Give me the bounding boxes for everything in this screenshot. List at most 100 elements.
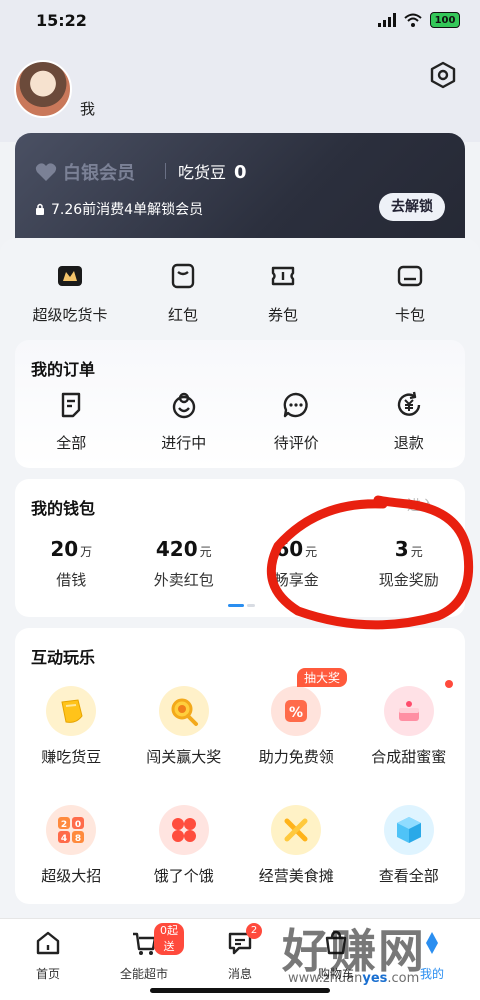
order-label: 进行中	[161, 434, 207, 452]
quick-label: 红包	[167, 306, 198, 324]
lottery-badge: 抽大奖	[297, 668, 348, 687]
game-label: 超级大招	[41, 867, 102, 885]
game-merge-sweets[interactable]: 合成甜蜜蜜	[353, 680, 466, 767]
quick-label: 券包	[267, 306, 298, 324]
beans-label: 吃货豆	[178, 163, 227, 182]
svg-text:2: 2	[61, 820, 67, 830]
game-view-all[interactable]: 查看全部	[353, 805, 466, 886]
svg-text:0: 0	[75, 820, 81, 830]
wallet-item-enjoy-fund[interactable]: 60 元 畅享金	[240, 537, 353, 590]
avatar[interactable]	[14, 60, 72, 118]
order-review[interactable]: 待评价	[240, 390, 353, 453]
quick-item-card-wallet[interactable]: 卡包	[340, 262, 480, 332]
quick-label: 超级吃货卡	[32, 306, 108, 324]
game-label: 经营美食摊	[258, 867, 334, 885]
status-time: 15:22	[36, 11, 87, 30]
status-bar: 15:22 100	[0, 0, 480, 42]
unlock-tip-text: 7.26前消费4单解锁会员	[51, 202, 204, 218]
svg-text:4: 4	[61, 834, 67, 844]
quick-item-red-packet[interactable]: 红包	[140, 262, 226, 332]
game-label: 饿了个饿	[153, 867, 214, 885]
beans-summary[interactable]: 吃货豆 0	[178, 159, 247, 183]
game-super-move[interactable]: 2 0 4 8 超级大招	[15, 805, 128, 886]
red-packet-icon	[171, 263, 195, 289]
site-watermark: 好赚网 www.zhuanyes.com	[282, 915, 472, 993]
game-label: 合成甜蜜蜜	[371, 748, 447, 766]
tab-badge: 0起送	[154, 923, 184, 955]
cake-icon	[398, 701, 419, 721]
tab-messages[interactable]: 2 消息	[200, 923, 280, 982]
unlock-button[interactable]: 去解锁	[379, 193, 445, 221]
game-food-stall[interactable]: 经营美食摊	[240, 805, 353, 886]
wallet-label: 外卖红包	[153, 571, 214, 589]
heart-tiles-icon	[171, 818, 196, 842]
ticket-icon: %	[285, 700, 308, 722]
2048-icon: 2 0 4 8	[58, 817, 85, 844]
tab-home[interactable]: 首页	[8, 929, 88, 982]
tab-supermarket[interactable]: 0起送 全能超市	[104, 923, 184, 982]
wallet-unit: 元	[410, 545, 423, 559]
wallet-item-loan[interactable]: 20 万 借钱	[15, 537, 128, 590]
orders-title: 我的订单	[31, 360, 96, 379]
tab-badge: 2	[246, 923, 262, 939]
games-grid: 赚吃货豆 闯关赢大奖 抽大奖 % 助力免费领 合成甜蜜蜜 2 0 4 8 超级大…	[15, 668, 466, 886]
game-label: 查看全部	[378, 867, 439, 885]
refund-icon	[397, 391, 420, 416]
quick-item-super-card[interactable]: 超级吃货卡	[0, 262, 140, 332]
orders-card: 我的订单 全部 进行中 待评价 退款	[15, 340, 465, 468]
game-level-challenge[interactable]: 闯关赢大奖	[128, 686, 241, 767]
card-wallet-icon	[397, 265, 423, 287]
super-card-icon	[58, 266, 82, 286]
orders-row: 全部 进行中 待评价 退款	[15, 390, 465, 453]
quick-item-coupon[interactable]: 券包	[226, 262, 340, 332]
game-label: 助力免费领	[258, 748, 334, 766]
divider	[165, 163, 166, 179]
status-icons: 100	[378, 12, 460, 28]
game-free-claim[interactable]: 抽大奖 % 助力免费领	[240, 668, 353, 767]
settings-hex-icon[interactable]	[428, 60, 458, 90]
quick-actions: 超级吃货卡 红包 券包 卡包	[0, 262, 480, 332]
member-brand: 白银会员	[35, 159, 135, 185]
username[interactable]: 我	[80, 98, 95, 119]
profile-header: 我	[0, 42, 480, 142]
wallet-item-delivery-red-packet[interactable]: 420 元 外卖红包	[128, 537, 241, 590]
games-card: 互动玩乐 赚吃货豆 闯关赢大奖 抽大奖 % 助力免费领 合成甜蜜蜜 2 0 4 …	[15, 628, 465, 904]
game-hungry[interactable]: 饿了个饿	[128, 805, 241, 886]
cellular-signal-icon	[378, 13, 396, 27]
game-label: 闯关赢大奖	[146, 748, 222, 766]
crossed-tools-icon	[284, 818, 308, 842]
order-all[interactable]: 全部	[15, 390, 128, 453]
notification-dot	[445, 680, 453, 688]
svg-text:%: %	[289, 705, 303, 721]
home-icon	[36, 931, 60, 955]
games-title: 互动玩乐	[31, 648, 96, 667]
wallet-row: 20 万 借钱 420 元 外卖红包 60 元 畅享金 3元 现金奖励	[15, 537, 465, 590]
beans-value: 0	[234, 162, 247, 183]
magnifier-icon	[171, 698, 198, 726]
member-brand-label: 白银会员	[63, 163, 135, 184]
wifi-icon	[404, 13, 422, 27]
coupon-icon	[271, 266, 295, 286]
wallet-label: 现金奖励	[378, 571, 439, 589]
order-in-progress[interactable]: 进行中	[128, 390, 241, 453]
tab-label: 首页	[35, 967, 60, 981]
wallet-value: 60	[275, 537, 304, 561]
game-earn-beans[interactable]: 赚吃货豆	[15, 686, 128, 767]
all-orders-icon	[62, 392, 81, 418]
watermark-url: www.zhuanyes.com	[288, 971, 420, 986]
wallet-label: 借钱	[56, 571, 87, 589]
in-progress-icon	[172, 392, 195, 419]
order-label: 待评价	[273, 434, 319, 452]
wallet-value: 20	[50, 537, 79, 561]
order-refund[interactable]: 退款	[353, 390, 466, 453]
order-label: 全部	[56, 434, 87, 452]
heart-logo-icon	[35, 163, 57, 181]
wallet-pager	[228, 604, 255, 607]
wallet-label: 畅享金	[273, 571, 319, 589]
cube-icon	[396, 817, 421, 843]
wallet-title: 我的钱包	[31, 499, 96, 518]
wallet-enter-link[interactable]: 进入	[407, 495, 435, 515]
wallet-item-cash-reward[interactable]: 3元 现金奖励	[353, 537, 466, 590]
tab-label: 全能超市	[119, 967, 168, 981]
order-label: 退款	[393, 434, 424, 452]
